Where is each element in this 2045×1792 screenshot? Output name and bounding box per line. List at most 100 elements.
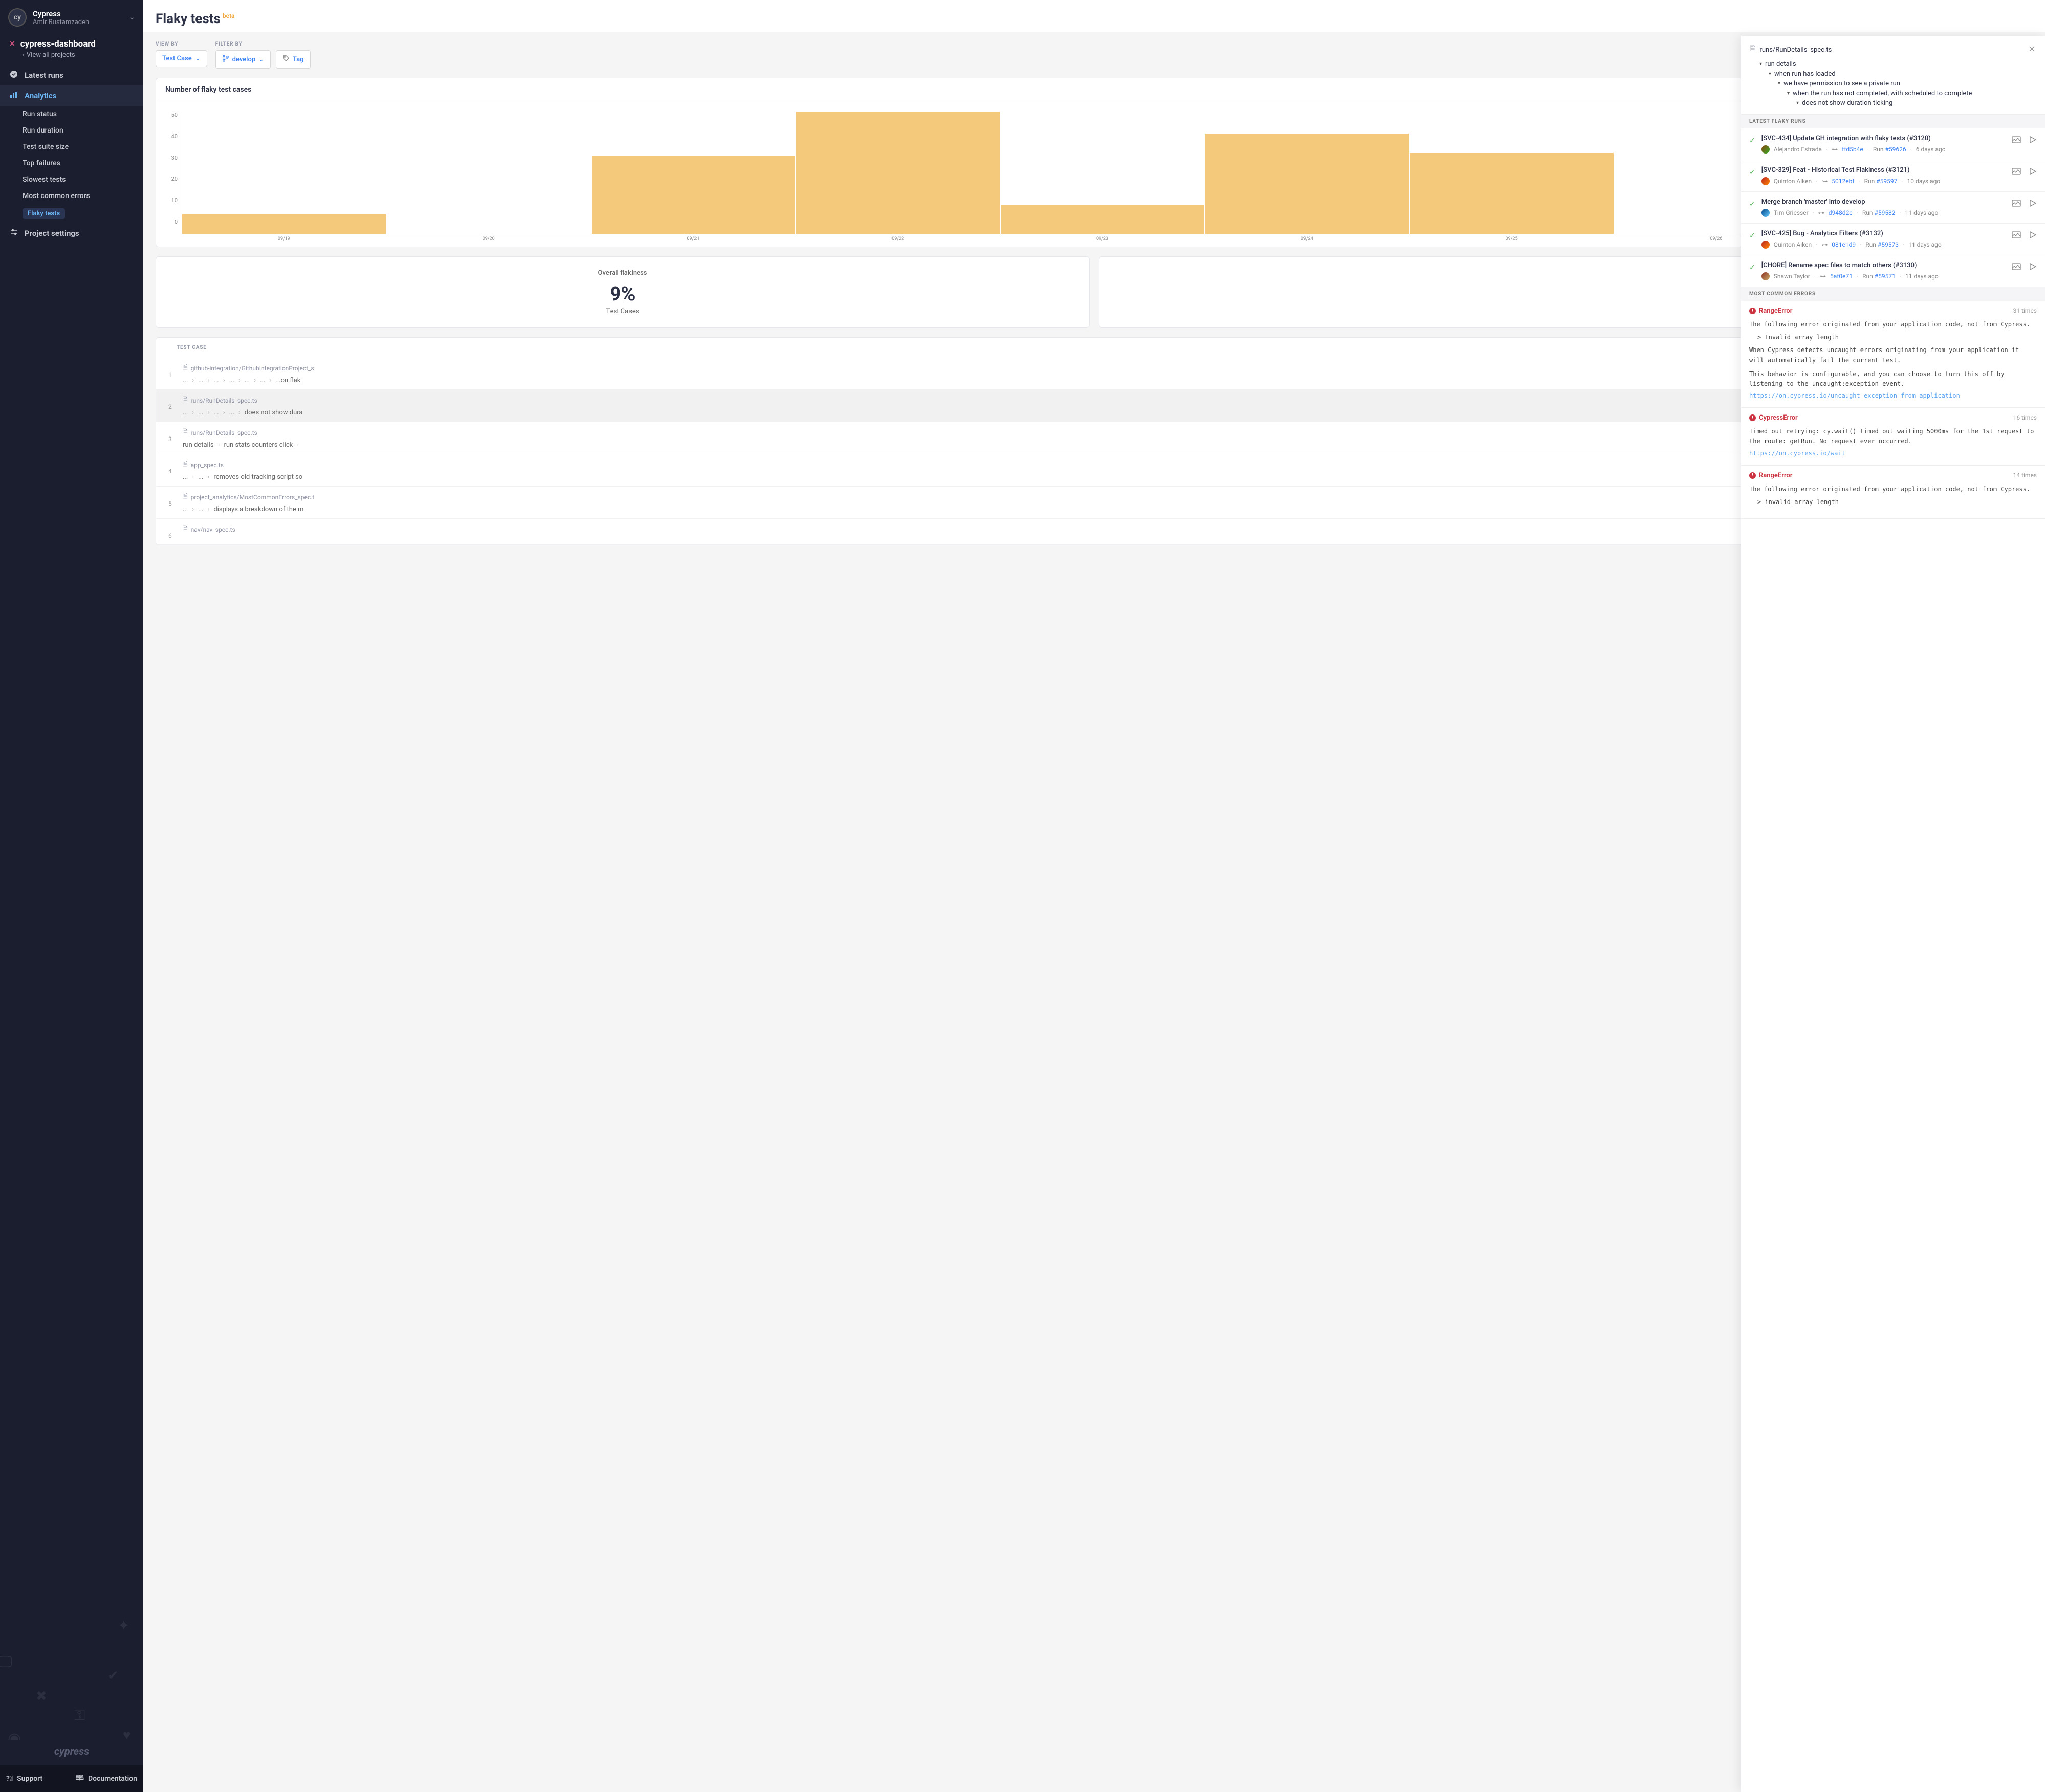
caret-icon: ▾ xyxy=(1778,81,1780,86)
caret-icon: ▾ xyxy=(1787,91,1790,96)
chart-bar xyxy=(592,156,795,234)
play-icon[interactable] xyxy=(2029,231,2037,242)
org-user: Amir Rustamzadeh xyxy=(33,18,123,26)
cypress-logo: cypress xyxy=(0,1740,143,1765)
panel-close-button[interactable]: ✕ xyxy=(2028,44,2036,55)
branch-filter[interactable]: develop ⌄ xyxy=(215,50,271,69)
sliders-icon xyxy=(9,228,18,238)
view-by-select[interactable]: Test Case ⌄ xyxy=(156,50,207,67)
chevron-left-icon: ‹ xyxy=(23,51,25,59)
flaky-run-item[interactable]: ✓ [SVC-329] Feat - Historical Test Flaki… xyxy=(1741,160,2045,192)
footer-texture: ✦ 🖵 ✔ ✖ ⚿ ◉ ♥ xyxy=(0,1607,143,1740)
shield-icon: ✔ xyxy=(107,1668,119,1684)
check-icon: ✓ xyxy=(1749,168,1755,177)
project-header: ✕ cypress-dashboard xyxy=(0,35,143,51)
file-icon: 🗎 xyxy=(183,524,188,535)
play-icon[interactable] xyxy=(2029,199,2037,210)
close-icon[interactable]: ✕ xyxy=(9,40,15,48)
avatar xyxy=(1761,145,1770,154)
view-all-projects-link[interactable]: ‹ View all projects xyxy=(0,51,143,65)
page-title: Flaky tests beta xyxy=(156,11,2033,27)
play-icon[interactable] xyxy=(2029,136,2037,146)
avatar xyxy=(1761,177,1770,185)
commit-icon: ⊶ xyxy=(1818,209,1824,216)
screenshot-icon[interactable] xyxy=(2011,198,2021,211)
flaky-run-item[interactable]: ✓ [CHORE] Rename spec files to match oth… xyxy=(1741,255,2045,287)
screenshot-icon[interactable] xyxy=(2011,261,2021,274)
screenshot-icon[interactable] xyxy=(2011,135,2021,147)
tag-filter[interactable]: Tag xyxy=(276,50,310,69)
file-icon: 🗎 xyxy=(183,363,188,374)
main-content: Flaky tests beta VIEW BY Test Case ⌄ FIL… xyxy=(143,0,2045,1792)
org-avatar: cy xyxy=(8,8,27,27)
error-icon: ! xyxy=(1749,414,1756,421)
view-by-label: VIEW BY xyxy=(156,41,207,47)
chevron-down-icon: ⌄ xyxy=(195,55,201,62)
chevron-down-icon[interactable]: ⌄ xyxy=(129,13,135,21)
caret-icon: ▾ xyxy=(1769,71,1771,77)
puzzle-icon: ✦ xyxy=(118,1617,129,1634)
commit-icon: ⊶ xyxy=(1821,178,1828,185)
plus-icon: ✖ xyxy=(36,1689,47,1704)
beta-badge: beta xyxy=(223,12,235,19)
overall-flakiness-card: Overall flakiness 9% Test Cases xyxy=(156,256,1090,328)
flaky-run-item[interactable]: ✓ [SVC-425] Bug - Analytics Filters (#31… xyxy=(1741,224,2045,255)
sidebar: cy Cypress Amir Rustamzadeh ⌄ ✕ cypress-… xyxy=(0,0,143,1792)
chevron-down-icon: ⌄ xyxy=(258,56,264,63)
error-block: !RangeError 14 times The following error… xyxy=(1741,466,2045,519)
key-icon: ⚿ xyxy=(74,1707,85,1724)
tree-item[interactable]: ▾we have permission to see a private run xyxy=(1750,79,2036,89)
tree-item[interactable]: ▾when the run has not completed, with sc… xyxy=(1750,89,2036,98)
nav-project-settings[interactable]: Project settings xyxy=(0,223,143,244)
chart-bar xyxy=(1410,153,1614,234)
check-icon: ✓ xyxy=(1749,137,1755,145)
commit-icon: ⊶ xyxy=(1821,241,1828,248)
nav-run-duration[interactable]: Run duration xyxy=(23,122,143,139)
file-icon: 🗎 xyxy=(183,460,188,470)
screenshot-icon[interactable] xyxy=(2011,166,2021,179)
nav-latest-runs[interactable]: Latest runs xyxy=(0,65,143,85)
chart-bar xyxy=(1205,134,1409,234)
avatar xyxy=(1761,241,1770,249)
most-common-errors-label: MOST COMMON ERRORS xyxy=(1741,287,2045,301)
detail-panel: ✕ 🗎 runs/RunDetails_spec.ts ▾run details… xyxy=(1741,36,2045,1792)
nav-slowest-tests[interactable]: Slowest tests xyxy=(23,171,143,188)
bar-chart-icon xyxy=(9,91,18,101)
documentation-link[interactable]: 🕮 Documentation xyxy=(70,1765,144,1792)
nav-test-suite-size[interactable]: Test suite size xyxy=(23,139,143,155)
flaky-run-item[interactable]: ✓ Merge branch 'master' into develop Tim… xyxy=(1741,192,2045,224)
play-icon[interactable] xyxy=(2029,167,2037,178)
check-circle-icon xyxy=(9,70,18,80)
error-doc-link[interactable]: https://on.cypress.io/uncaught-exception… xyxy=(1749,392,2037,399)
error-block: !CypressError 16 times Timed out retryin… xyxy=(1741,408,2045,465)
avatar xyxy=(1761,209,1770,217)
tree-item[interactable]: ▾run details xyxy=(1750,59,2036,69)
filter-by-label: FILTER BY xyxy=(215,41,311,47)
avatar xyxy=(1761,272,1770,280)
panel-spec-path: 🗎 runs/RunDetails_spec.ts xyxy=(1750,44,2036,55)
caret-icon: ▾ xyxy=(1796,100,1799,106)
error-block: !RangeError 31 times The following error… xyxy=(1741,301,2045,408)
play-icon[interactable] xyxy=(2029,263,2037,273)
support-link[interactable]: ?⃝ Support xyxy=(0,1765,70,1792)
check-icon: ✓ xyxy=(1749,264,1755,272)
screenshot-icon[interactable] xyxy=(2011,230,2021,243)
file-icon: 🗎 xyxy=(183,395,188,406)
error-doc-link[interactable]: https://on.cypress.io/wait xyxy=(1749,450,2037,457)
tree-item[interactable]: ▾does not show duration ticking xyxy=(1750,98,2036,108)
nav-run-status[interactable]: Run status xyxy=(23,106,143,122)
nav-flaky-tests[interactable]: Flaky tests xyxy=(23,204,143,223)
tree-item[interactable]: ▾when run has loaded xyxy=(1750,69,2036,79)
nav-most-common-errors[interactable]: Most common errors xyxy=(23,188,143,204)
error-icon: ! xyxy=(1749,472,1756,479)
org-switcher[interactable]: cy Cypress Amir Rustamzadeh ⌄ xyxy=(0,0,143,35)
heart-icon: ♥ xyxy=(123,1727,130,1740)
book-icon: 🕮 xyxy=(76,1773,84,1785)
nav-analytics[interactable]: Analytics xyxy=(0,85,143,106)
flaky-run-item[interactable]: ✓ [SVC-434] Update GH integration with f… xyxy=(1741,128,2045,160)
file-icon: 🗎 xyxy=(183,427,188,438)
org-name: Cypress xyxy=(33,9,123,18)
nav-top-failures[interactable]: Top failures xyxy=(23,155,143,171)
chart-bar xyxy=(796,112,1000,234)
commit-icon: ⊶ xyxy=(1832,146,1838,153)
